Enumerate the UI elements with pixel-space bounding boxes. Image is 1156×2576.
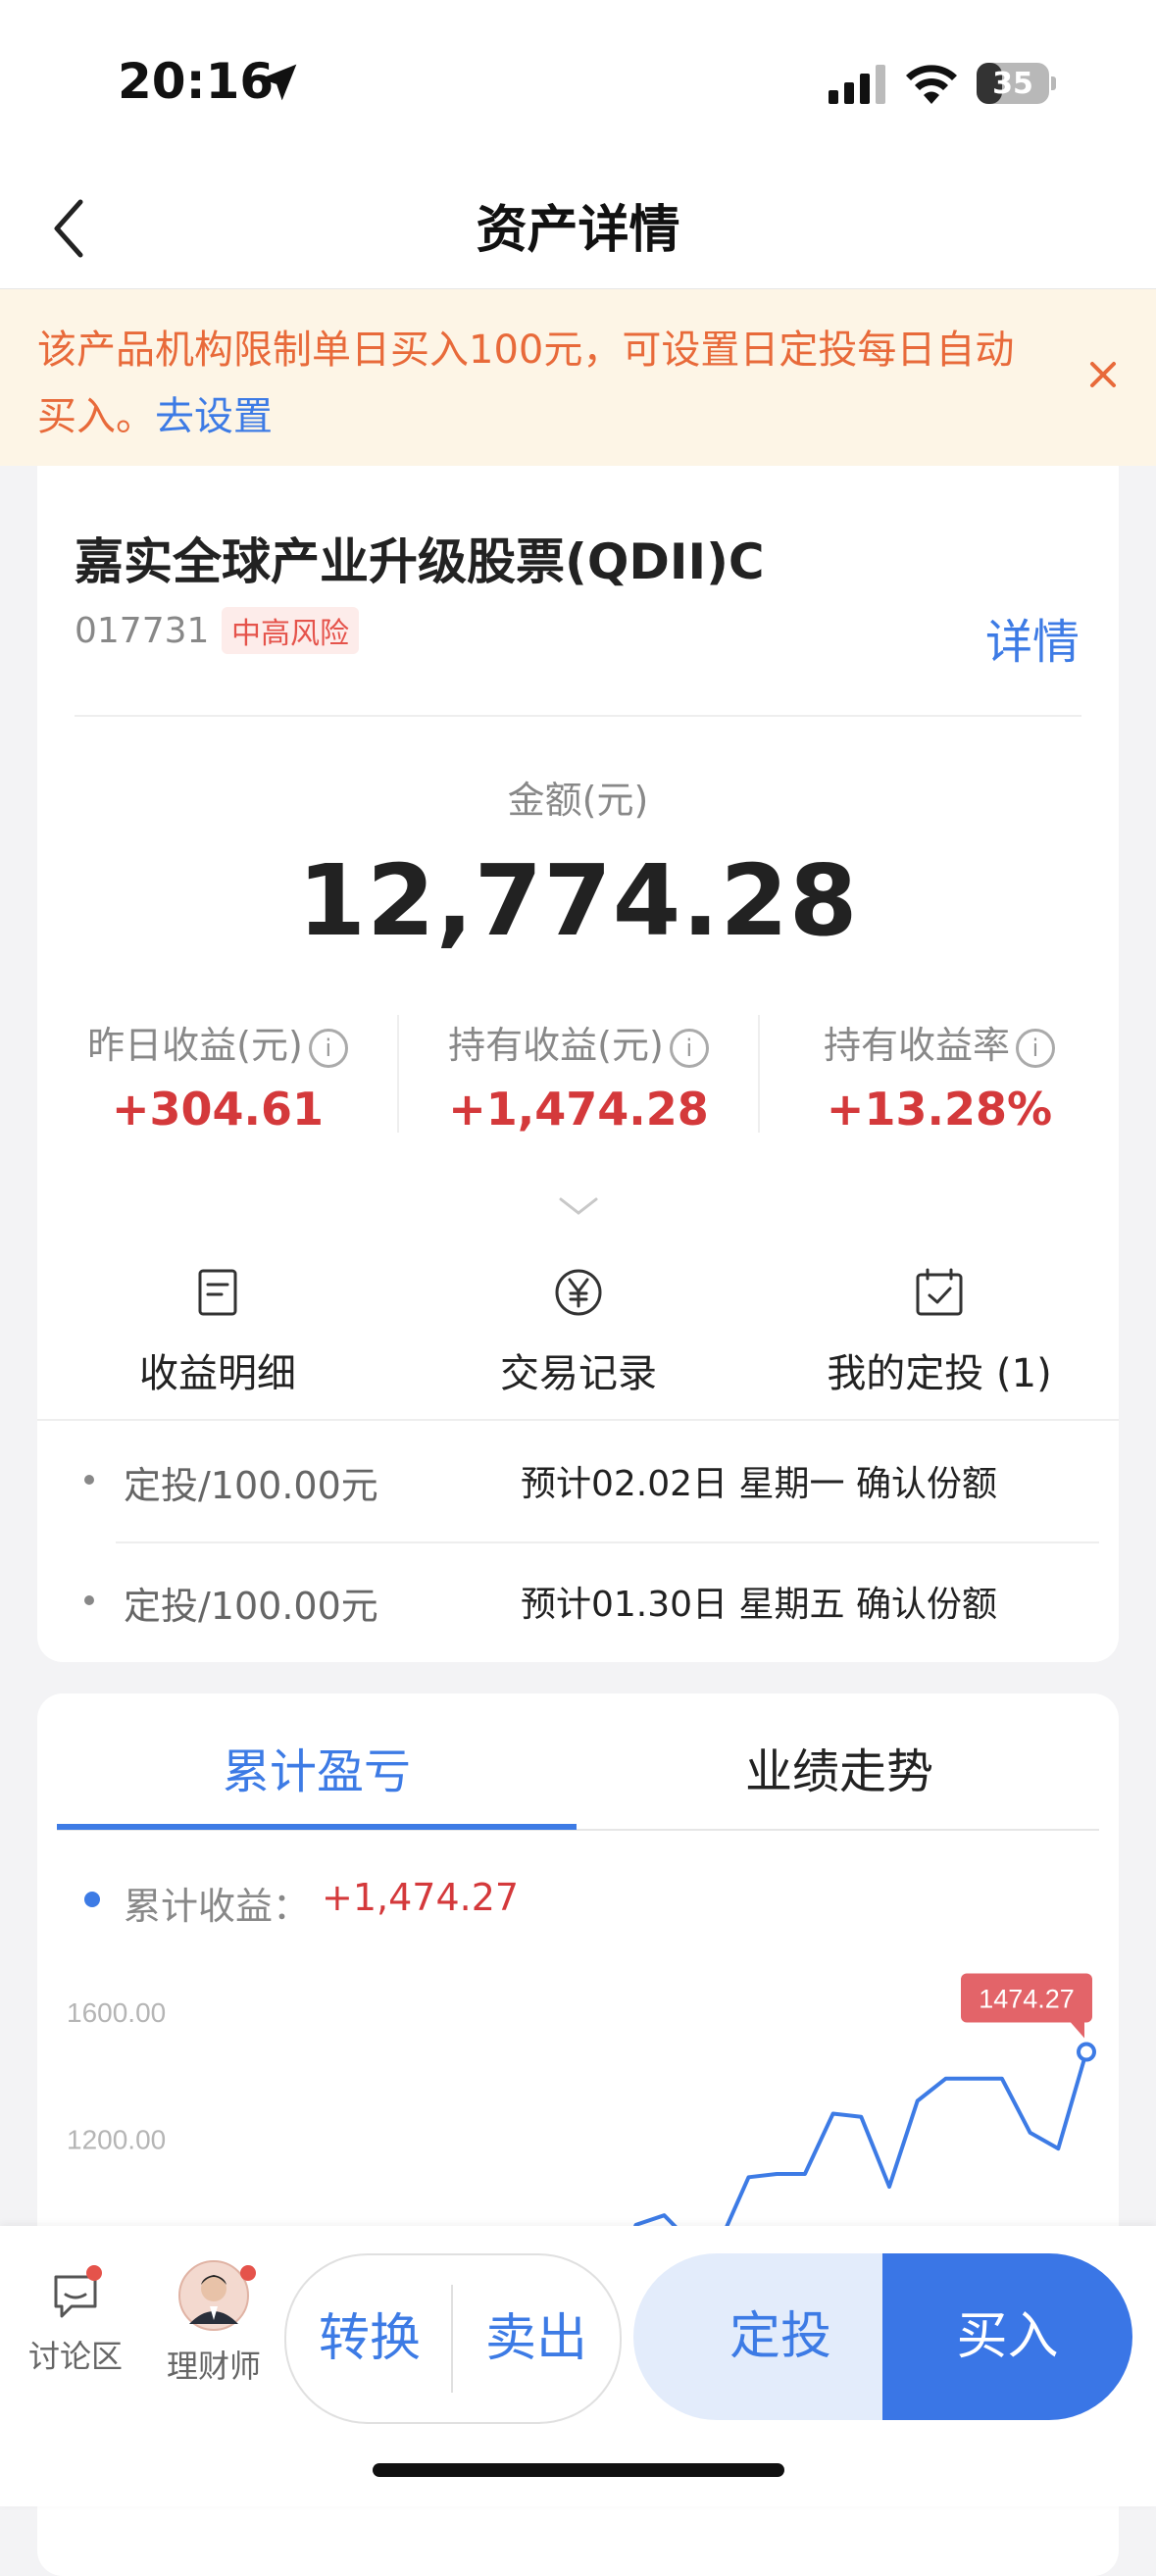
fund-code: 017731 bbox=[75, 611, 210, 651]
location-arrow-icon bbox=[260, 64, 297, 101]
notice-text: 该产品机构限制单日买入100元，可设置日定投每日自动买入。去设置 bbox=[37, 328, 1015, 439]
notification-dot bbox=[86, 2265, 102, 2281]
advisor-avatar bbox=[178, 2260, 249, 2331]
stat-rate-label: 持有收益率 bbox=[823, 1024, 1010, 1067]
legend-value: +1,474.27 bbox=[322, 1876, 520, 1919]
stat-holding: 持有收益(元) i +1,474.28 bbox=[398, 1015, 759, 1136]
plan-row[interactable]: 定投/100.00元 预计01.30日 星期五 确认份额 bbox=[75, 1542, 1081, 1662]
battery-icon: 35 bbox=[977, 63, 1056, 104]
stat-holding-value: +1,474.28 bbox=[448, 1083, 709, 1136]
home-indicator bbox=[373, 2463, 784, 2477]
plan-row[interactable]: 定投/100.00元 预计02.02日 星期一 确认份额 bbox=[75, 1422, 1081, 1541]
y-tick-label: 1200.00 bbox=[67, 2124, 166, 2154]
page-title: 资产详情 bbox=[476, 201, 680, 260]
fund-name: 嘉实全球产业升级股票(QDII)C bbox=[75, 533, 765, 590]
cellular-signal-icon bbox=[829, 65, 885, 104]
convert-sell-group: 转换 卖出 bbox=[284, 2253, 622, 2424]
stat-holding-label: 持有收益(元) bbox=[448, 1024, 664, 1067]
close-icon[interactable] bbox=[1079, 350, 1128, 399]
asset-card: 嘉实全球产业升级股票(QDII)C 017731 中高风险 详情 金额(元) 1… bbox=[37, 466, 1119, 1662]
tab-cumulative-pnl[interactable]: 累计盈亏 bbox=[57, 1733, 577, 1801]
tab-performance-trend[interactable]: 业绩走势 bbox=[579, 1733, 1099, 1801]
fund-detail-link[interactable]: 详情 bbox=[985, 603, 1080, 672]
yen-icon bbox=[555, 1269, 602, 1316]
stat-yesterday-label: 昨日收益(元) bbox=[87, 1024, 303, 1067]
sell-button[interactable]: 卖出 bbox=[453, 2255, 620, 2422]
go-settings-link[interactable]: 去设置 bbox=[155, 394, 273, 439]
last-point-marker bbox=[1077, 2042, 1096, 2062]
risk-badge: 中高风险 bbox=[222, 607, 359, 654]
advisor-button[interactable]: 理财师 bbox=[150, 2260, 277, 2387]
status-time: 20:16 bbox=[118, 53, 275, 110]
y-tick-label: 1600.00 bbox=[67, 1997, 166, 2028]
stat-yesterday: 昨日收益(元) i +304.61 bbox=[37, 1015, 398, 1136]
convert-button[interactable]: 转换 bbox=[286, 2255, 453, 2422]
expand-chevron-icon[interactable] bbox=[555, 1191, 602, 1221]
info-icon[interactable]: i bbox=[308, 1028, 348, 1068]
legend-dot bbox=[84, 1892, 100, 1907]
last-value-label: 1474.27 bbox=[979, 1985, 1075, 2014]
divider bbox=[37, 1419, 1119, 1421]
limit-notice-banner: 该产品机构限制单日买入100元，可设置日定投每日自动买入。去设置 bbox=[0, 289, 1156, 466]
action-transaction-record[interactable]: 交易记录 bbox=[398, 1265, 759, 1398]
nav-bar: 资产详情 bbox=[0, 167, 1156, 289]
stat-rate: 持有收益率 i +13.28% bbox=[759, 1015, 1120, 1136]
action-income-detail[interactable]: 收益明细 bbox=[37, 1265, 398, 1398]
amount-value: 12,774.28 bbox=[297, 843, 859, 958]
last-value-tooltip: 1474.27 bbox=[961, 1973, 1092, 2039]
buy-button[interactable]: 买入 bbox=[882, 2253, 1132, 2420]
doc-icon bbox=[198, 1269, 237, 1316]
amount-label: 金额(元) bbox=[507, 779, 649, 822]
stat-yesterday-value: +304.61 bbox=[111, 1083, 325, 1136]
wifi-icon bbox=[906, 65, 957, 104]
discussion-button[interactable]: 讨论区 bbox=[12, 2265, 139, 2377]
info-icon[interactable]: i bbox=[1016, 1028, 1055, 1068]
calendar-check-icon bbox=[916, 1268, 963, 1316]
tab-active-indicator bbox=[57, 1824, 577, 1830]
status-bar: 20:16 35 bbox=[0, 0, 1156, 167]
action-my-dingtou[interactable]: 我的定投 (1) bbox=[759, 1265, 1120, 1398]
notification-dot bbox=[240, 2265, 256, 2281]
divider bbox=[75, 715, 1081, 717]
stat-rate-value: +13.28% bbox=[826, 1083, 1053, 1136]
info-icon[interactable]: i bbox=[669, 1028, 709, 1068]
legend-label: 累计收益： bbox=[124, 1885, 311, 1928]
